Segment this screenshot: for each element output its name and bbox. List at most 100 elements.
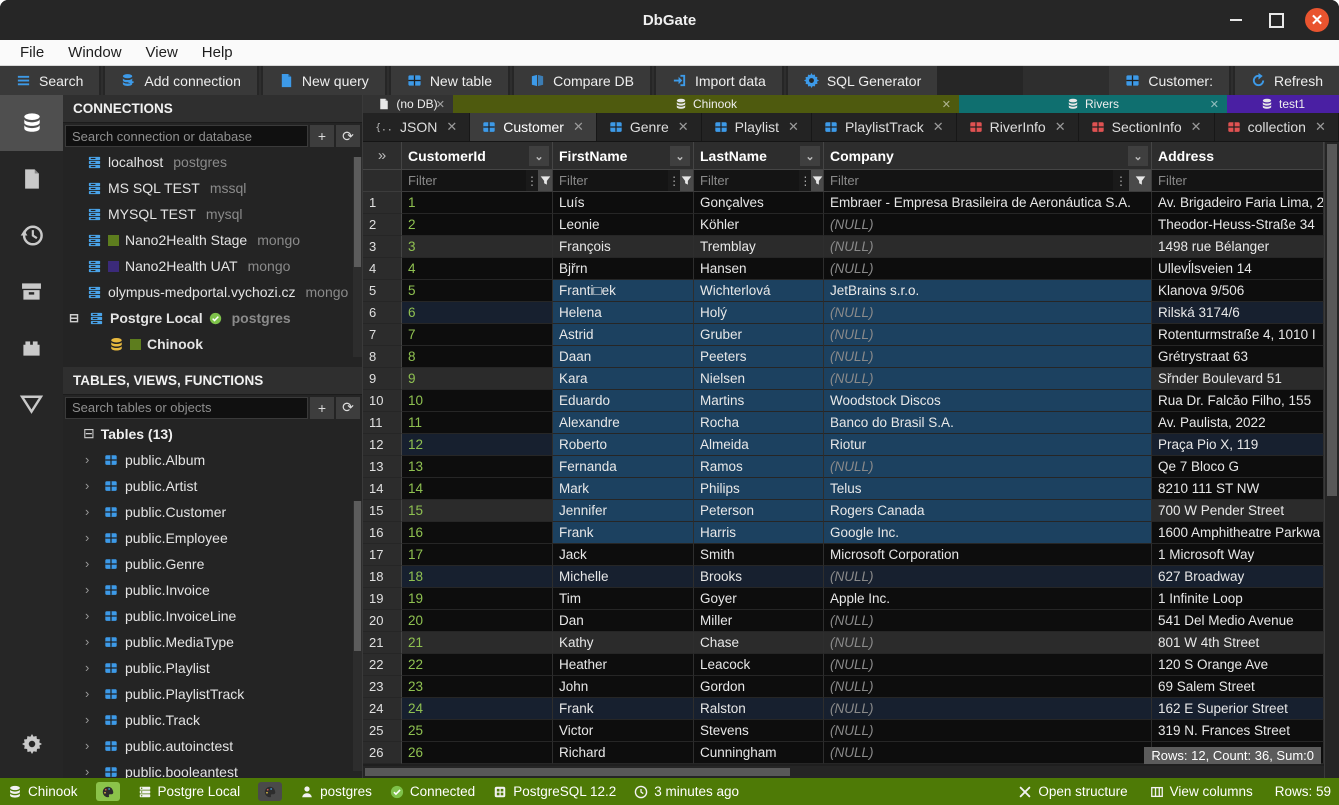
cell-last[interactable]: Ramos (694, 456, 824, 478)
cell-id[interactable]: 5 (402, 280, 553, 302)
cell-first[interactable]: Bjřrn (553, 258, 694, 280)
connection-item[interactable]: MS SQL TESTmssql (63, 175, 362, 201)
cell-last[interactable]: Almeida (694, 434, 824, 456)
cell-last[interactable]: Nielsen (694, 368, 824, 390)
cell-company[interactable]: (NULL) (824, 236, 1152, 258)
menu-item-help[interactable]: Help (192, 42, 243, 63)
cell-company[interactable]: (NULL) (824, 214, 1152, 236)
close-icon[interactable]: ✕ (933, 119, 944, 135)
table-item[interactable]: ›public.Artist (63, 473, 362, 499)
row-number[interactable]: 25 (363, 720, 402, 742)
toolbar-button-sql-generator[interactable]: SQL Generator (788, 66, 937, 95)
cell-address[interactable]: 700 W Pender Street (1152, 500, 1324, 522)
row-number[interactable]: 20 (363, 610, 402, 632)
cell-address[interactable]: 1 Microsoft Way (1152, 544, 1324, 566)
rail-archive[interactable] (0, 263, 63, 319)
row-number[interactable]: 1 (363, 192, 402, 214)
cell-company[interactable]: (NULL) (824, 742, 1152, 764)
close-icon[interactable]: ✕ (1315, 119, 1326, 135)
statusbar-view-columns[interactable]: View columns (1150, 784, 1253, 799)
toolbar-button-customer[interactable]: Customer: (1109, 66, 1229, 95)
close-icon[interactable]: ✕ (446, 119, 457, 135)
palette-icon[interactable] (96, 782, 120, 801)
chevron-right-icon[interactable]: › (85, 582, 97, 597)
chevron-down-icon[interactable]: ⌄ (800, 146, 820, 166)
cell-address[interactable]: Praça Pio X, 119 (1152, 434, 1324, 456)
row-number[interactable]: 19 (363, 588, 402, 610)
cell-company[interactable]: (NULL) (824, 654, 1152, 676)
toolbar-button-refresh[interactable]: Refresh (1235, 66, 1339, 95)
tab-customer[interactable]: Customer✕ (470, 113, 597, 141)
table-item[interactable]: ›public.MediaType (63, 629, 362, 655)
chevron-right-icon[interactable]: › (85, 608, 97, 623)
cell-last[interactable]: Rocha (694, 412, 824, 434)
add-table-small-button[interactable]: + (310, 397, 334, 419)
cell-company[interactable]: Google Inc. (824, 522, 1152, 544)
column-header-first[interactable]: FirstName⌄ (553, 142, 694, 170)
close-icon[interactable]: ✕ (1210, 98, 1219, 111)
cell-first[interactable]: Kathy (553, 632, 694, 654)
cell-address[interactable]: 627 Broadway (1152, 566, 1324, 588)
cell-company[interactable]: Embraer - Empresa Brasileira de Aeronáut… (824, 192, 1152, 214)
cell-id[interactable]: 9 (402, 368, 553, 390)
cell-last[interactable]: Peterson (694, 500, 824, 522)
tab-riverinfo[interactable]: RiverInfo✕ (957, 113, 1079, 141)
cell-first[interactable]: Frank (553, 522, 694, 544)
cell-last[interactable]: Martins (694, 390, 824, 412)
kebab-icon[interactable]: ⋮ (526, 170, 538, 191)
cell-company[interactable]: (NULL) (824, 632, 1152, 654)
cell-last[interactable]: Smith (694, 544, 824, 566)
chevron-down-icon[interactable]: ⌄ (670, 146, 690, 166)
cell-first[interactable]: Mark (553, 478, 694, 500)
cell-first[interactable]: Jack (553, 544, 694, 566)
cell-address[interactable]: Grétrystraat 63 (1152, 346, 1324, 368)
menu-item-view[interactable]: View (136, 42, 188, 63)
connection-item[interactable]: Chinook (63, 331, 362, 357)
tab-collection[interactable]: collection✕ (1215, 113, 1339, 141)
cell-company[interactable]: Riotur (824, 434, 1152, 456)
funnel-icon[interactable] (680, 170, 693, 191)
toolbar-button-new-table[interactable]: New table (391, 66, 508, 95)
cell-last[interactable]: Holý (694, 302, 824, 324)
cell-first[interactable]: John (553, 676, 694, 698)
cell-first[interactable]: Jennifer (553, 500, 694, 522)
table-item[interactable]: ›public.Playlist (63, 655, 362, 681)
cell-id[interactable]: 12 (402, 434, 553, 456)
collapse-icon[interactable]: ⊟ (67, 311, 81, 325)
filter-input-last[interactable] (694, 170, 799, 191)
row-number[interactable]: 4 (363, 258, 402, 280)
table-item[interactable]: ›public.Customer (63, 499, 362, 525)
filter-input-company[interactable] (824, 170, 1113, 191)
cell-company[interactable]: (NULL) (824, 346, 1152, 368)
close-icon[interactable]: ✕ (788, 119, 799, 135)
cell-company[interactable]: Rogers Canada (824, 500, 1152, 522)
grid-vertical-scrollbar[interactable] (1324, 142, 1339, 778)
cell-id[interactable]: 7 (402, 324, 553, 346)
refresh-connections-button[interactable]: ⟳ (336, 125, 360, 147)
cell-first[interactable]: Frank (553, 698, 694, 720)
table-item[interactable]: ›public.Employee (63, 525, 362, 551)
add-connection-small-button[interactable]: + (310, 125, 334, 147)
close-button[interactable]: ✕ (1305, 8, 1329, 32)
cell-last[interactable]: Goyer (694, 588, 824, 610)
row-number[interactable]: 21 (363, 632, 402, 654)
rail-cell-data[interactable] (0, 375, 63, 431)
cell-id[interactable]: 15 (402, 500, 553, 522)
cell-id[interactable]: 4 (402, 258, 553, 280)
row-number[interactable]: 6 (363, 302, 402, 324)
column-header-last[interactable]: LastName⌄ (694, 142, 824, 170)
statusbar-postgresql-12-2[interactable]: PostgreSQL 12.2 (493, 784, 616, 799)
cell-first[interactable]: François (553, 236, 694, 258)
cell-first[interactable]: Daan (553, 346, 694, 368)
rail-files[interactable] (0, 151, 63, 207)
chevron-right-icon[interactable]: › (85, 764, 97, 778)
chevron-right-icon[interactable]: › (85, 478, 97, 493)
rail-settings[interactable] (0, 716, 63, 772)
chevron-right-icon[interactable]: › (85, 686, 97, 701)
cell-address[interactable]: 162 E Superior Street (1152, 698, 1324, 720)
funnel-icon[interactable] (811, 170, 823, 191)
cell-first[interactable]: Victor (553, 720, 694, 742)
row-number[interactable]: 5 (363, 280, 402, 302)
cell-id[interactable]: 10 (402, 390, 553, 412)
filter-input-first[interactable] (553, 170, 668, 191)
